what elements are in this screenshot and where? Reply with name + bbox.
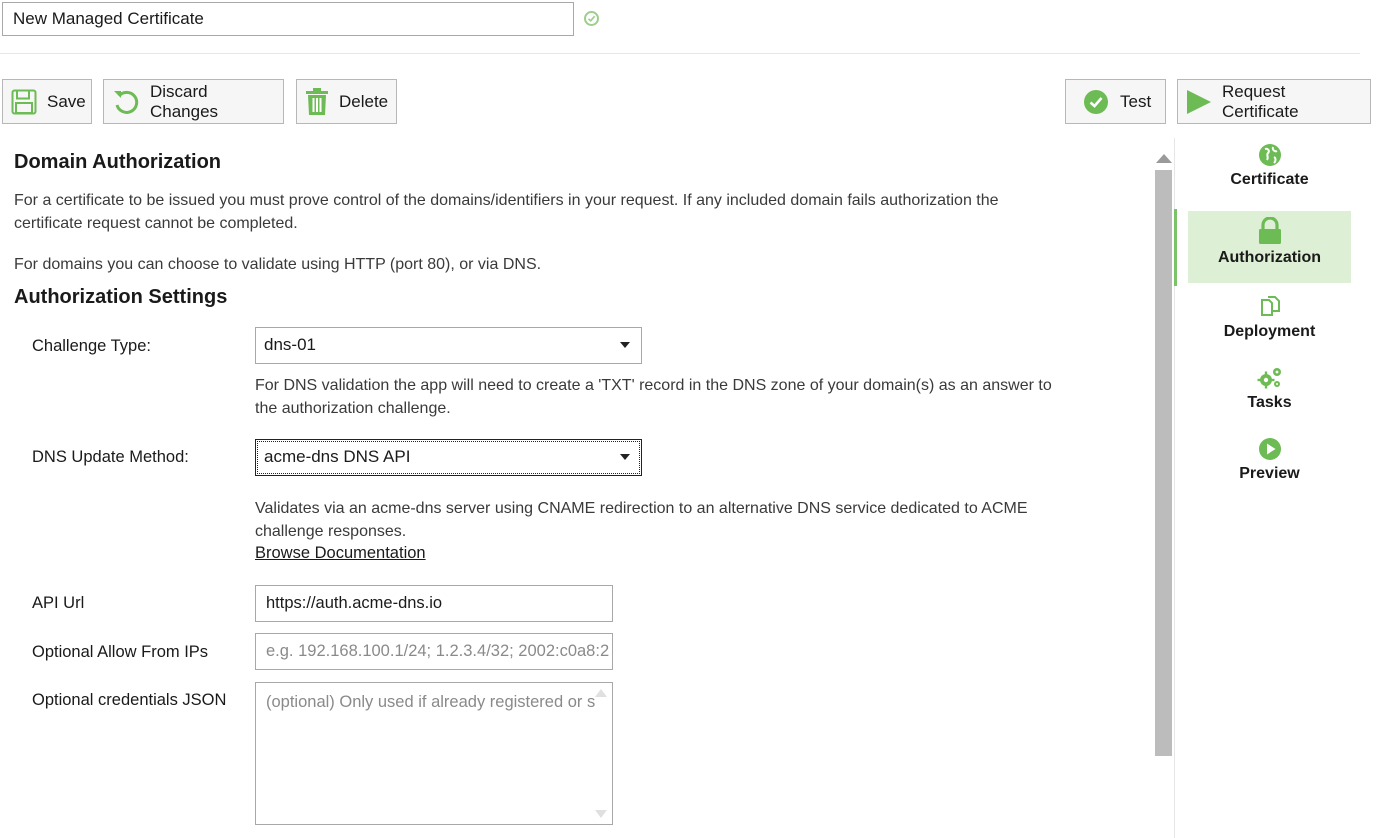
challenge-type-help: For DNS validation the app will need to … [255,374,1052,420]
nav-label-authorization: Authorization [1217,249,1322,266]
credentials-placeholder: (optional) Only used if already register… [266,693,596,711]
challenge-help-line1: For DNS validation the app will need to … [255,377,1052,394]
domain-auth-desc-line1: For a certificate to be issued you must … [14,192,999,209]
credentials-json-textarea[interactable]: (optional) Only used if already register… [255,682,613,825]
save-button[interactable]: Save [2,79,92,124]
nav-active-indicator [1174,209,1177,286]
scrollbar-thumb[interactable] [1155,170,1172,756]
dns-help-line1: Validates via an acme-dns server using C… [255,500,1028,517]
save-icon [11,89,37,114]
scroll-up-icon[interactable] [595,689,607,697]
nav-label-certificate: Certificate [1230,171,1309,188]
nav-item-certificate[interactable]: Certificate [1188,143,1351,215]
play-circle-icon [1258,438,1281,460]
certificate-name-input[interactable]: New Managed Certificate [2,2,574,36]
dns-method-value: acme-dns DNS API [264,447,411,466]
lock-icon [1258,217,1281,244]
discard-label: Discard Changes [150,81,219,121]
nav-label-deployment: Deployment [1223,323,1316,340]
challenge-help-line2: the authorization challenge. [255,400,451,417]
discard-changes-button[interactable]: Discard Changes [103,79,284,124]
dns-update-method-select[interactable]: acme-dns DNS API [255,439,642,476]
authorization-settings-heading: Authorization Settings [14,286,228,308]
dns-update-method-label: DNS Update Method: [32,448,189,466]
validation-options-text: For domains you can choose to validate u… [14,256,542,273]
domain-authorization-heading: Domain Authorization [14,151,222,173]
api-url-input[interactable]: https://auth.acme-dns.io [255,585,613,622]
play-icon [1187,89,1211,114]
valid-check-icon [584,11,599,26]
scroll-up-arrow-icon[interactable] [1156,154,1172,163]
gears-icon [1257,368,1281,389]
globe-icon [1258,144,1281,166]
nav-label-preview: Preview [1239,465,1300,482]
allow-from-ips-input[interactable]: e.g. 192.168.100.1/24; 1.2.3.4/32; 2002:… [255,633,613,670]
check-circle-icon [1084,89,1108,114]
save-label: Save [47,91,86,111]
delete-button[interactable]: Delete [296,79,397,124]
request-certificate-button[interactable]: Request Certificate [1177,79,1371,124]
request-label: Request Certificate [1222,81,1299,121]
delete-label: Delete [339,91,389,111]
nav-item-deployment[interactable]: Deployment [1188,295,1351,367]
scroll-down-icon[interactable] [595,810,607,818]
dns-help-line2: challenge responses. [255,523,407,540]
nav-label-tasks: Tasks [1247,394,1292,411]
chevron-down-icon [620,454,630,460]
test-button[interactable]: Test [1065,79,1166,124]
domain-auth-desc-line2: certificate request cannot be completed. [14,215,298,232]
dns-method-help: Validates via an acme-dns server using C… [255,497,1028,543]
trash-icon [306,87,328,115]
credentials-json-label: Optional credentials JSON [32,691,227,709]
challenge-type-value: dns-01 [264,335,316,354]
challenge-type-select[interactable]: dns-01 [255,327,642,364]
chevron-down-icon [620,342,630,348]
header-divider [0,53,1360,54]
nav-item-preview[interactable]: Preview [1188,437,1351,509]
challenge-type-label: Challenge Type: [32,337,151,355]
nav-item-authorization[interactable]: Authorization [1188,211,1351,283]
undo-icon [114,90,139,114]
test-label: Test [1120,91,1152,111]
copy-icon [1260,296,1280,316]
browse-documentation-link[interactable]: Browse Documentation [255,544,426,563]
domain-auth-description: For a certificate to be issued you must … [14,189,999,235]
allow-from-ips-label: Optional Allow From IPs [32,643,209,661]
nav-item-tasks[interactable]: Tasks [1188,366,1351,438]
api-url-label: API Url [32,594,85,612]
